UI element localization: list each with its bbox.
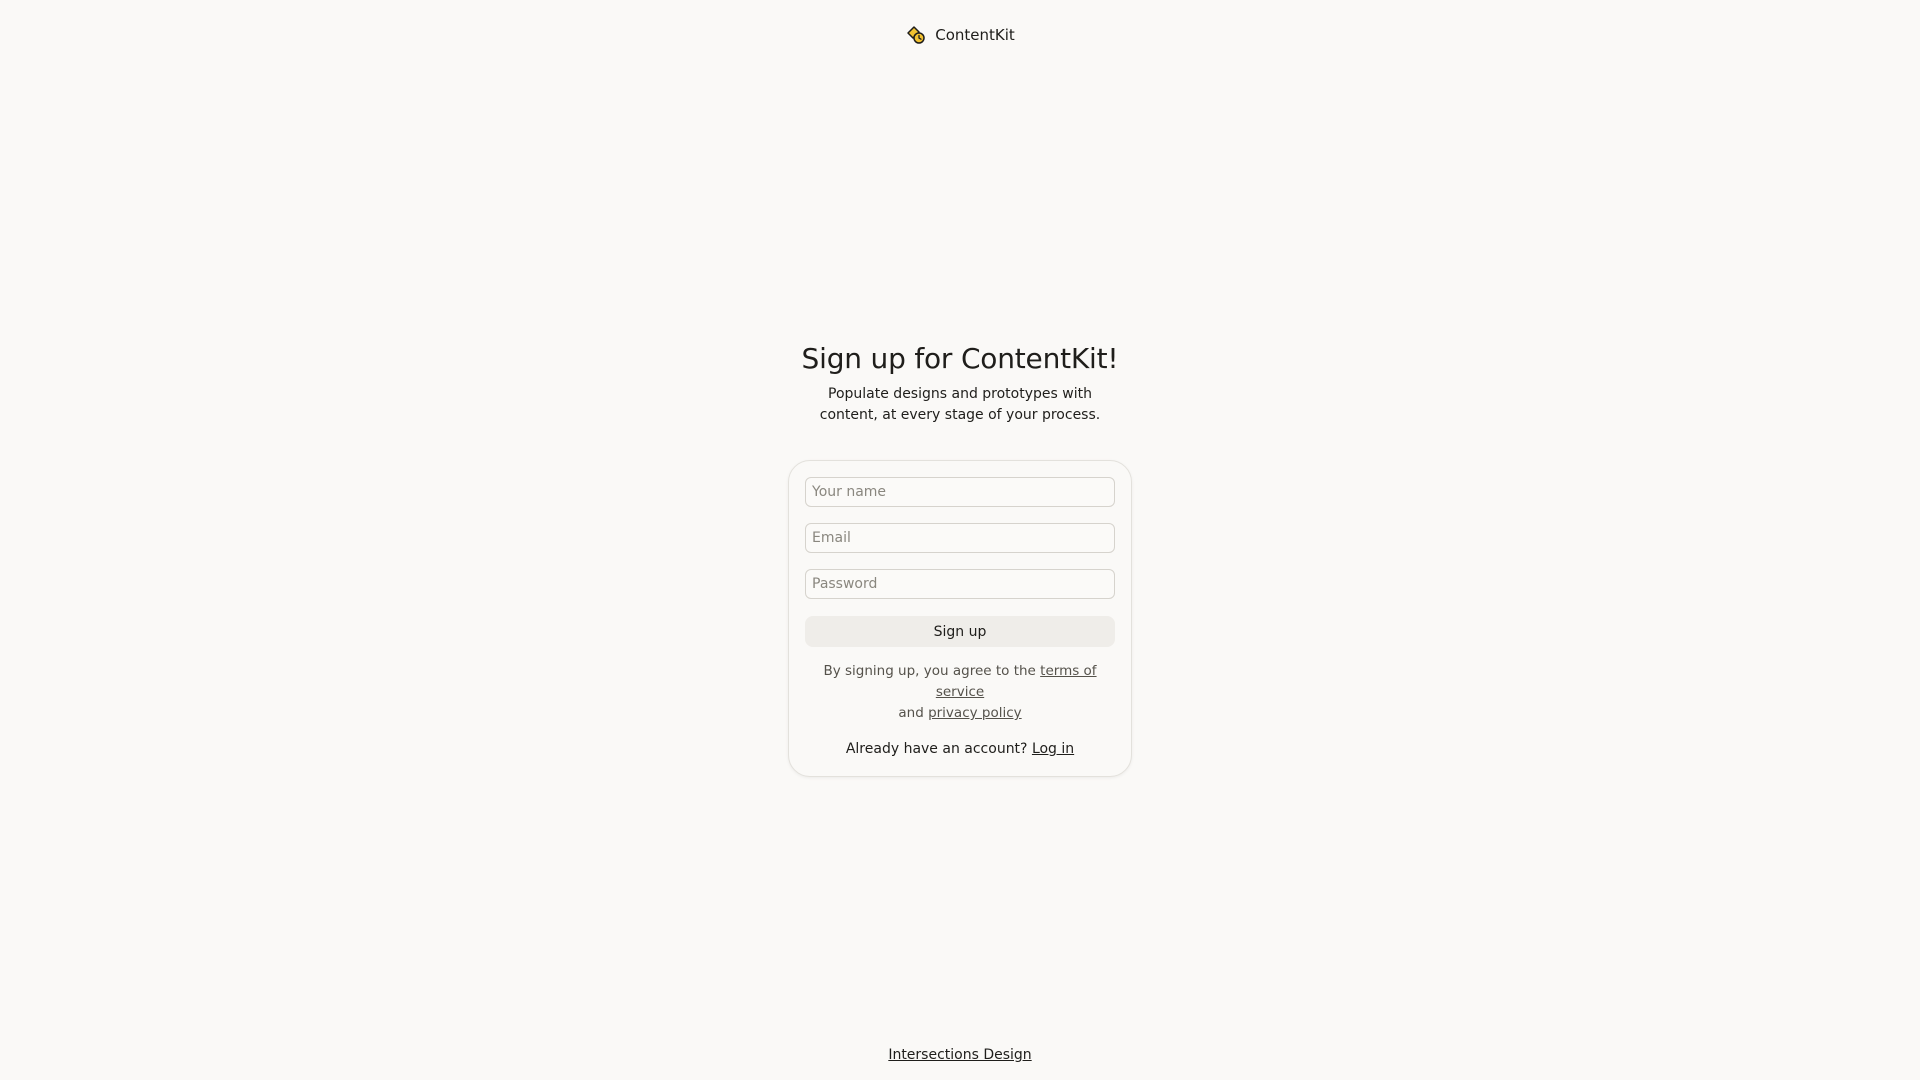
legal-and: and	[898, 705, 924, 721]
signup-form: Sign up By signing up, you agree to the …	[788, 460, 1132, 777]
email-input[interactable]	[805, 523, 1115, 553]
login-prompt: Already have an account? Log in	[805, 739, 1115, 759]
brand-name: ContentKit	[935, 26, 1015, 44]
page-title: Sign up for ContentKit!	[801, 342, 1119, 375]
legal-prefix: By signing up, you agree to the	[823, 663, 1036, 679]
contentkit-logo-icon	[905, 24, 927, 46]
login-link[interactable]: Log in	[1032, 741, 1074, 757]
footer: Intersections Design	[0, 1045, 1920, 1065]
name-input[interactable]	[805, 477, 1115, 507]
password-input[interactable]	[805, 569, 1115, 599]
intersections-design-link[interactable]: Intersections Design	[888, 1047, 1031, 1063]
signup-section: Sign up for ContentKit! Populate designs…	[0, 340, 1920, 777]
legal-notice: By signing up, you agree to the terms of…	[805, 661, 1115, 724]
page-subtitle: Populate designs and prototypes with con…	[819, 386, 1101, 423]
privacy-policy-link[interactable]: privacy policy	[928, 705, 1022, 721]
login-prompt-text: Already have an account?	[845, 741, 1028, 757]
brand-header: ContentKit	[0, 24, 1920, 46]
signup-button[interactable]: Sign up	[805, 616, 1115, 647]
